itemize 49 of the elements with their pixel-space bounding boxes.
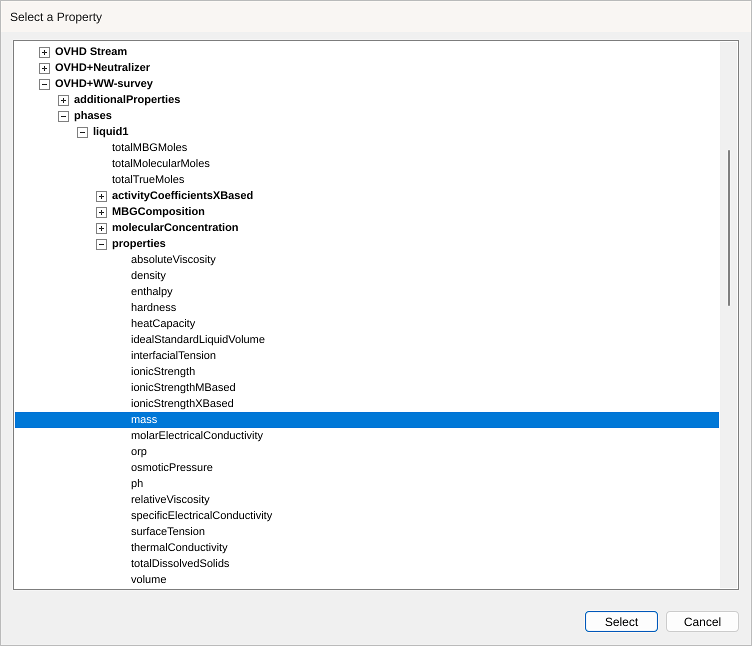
- expand-icon[interactable]: [39, 46, 50, 58]
- tree-item[interactable]: activityCoefficientsXBased: [15, 188, 719, 204]
- scrollbar-track[interactable]: [720, 42, 737, 588]
- tree-item[interactable]: ionicStrength: [15, 364, 719, 380]
- collapse-icon[interactable]: [96, 238, 107, 250]
- tree-item[interactable]: totalMolecularMoles: [15, 156, 719, 172]
- tree-item[interactable]: thermalConductivity: [15, 540, 719, 556]
- tree-item[interactable]: properties: [15, 236, 719, 252]
- select-button[interactable]: Select: [585, 611, 658, 632]
- tree-item[interactable]: molecularConcentration: [15, 220, 719, 236]
- tree-item[interactable]: totalMBGMoles: [15, 140, 719, 156]
- window-title: Select a Property: [10, 10, 102, 24]
- tree-item[interactable]: enthalpy: [15, 284, 719, 300]
- expand-icon[interactable]: [96, 222, 107, 234]
- tree-item[interactable]: density: [15, 268, 719, 284]
- tree-item[interactable]: additionalProperties: [15, 92, 719, 108]
- tree-item[interactable]: ionicStrengthXBased: [15, 396, 719, 412]
- collapse-icon[interactable]: [58, 110, 69, 122]
- tree-item[interactable]: totalTrueMoles: [15, 172, 719, 188]
- tree-item[interactable]: mass: [15, 412, 719, 428]
- tree-item[interactable]: OVHD+WW-survey: [15, 76, 719, 92]
- tree-item[interactable]: ionicStrengthMBased: [15, 380, 719, 396]
- tree-item[interactable]: totalDissolvedSolids: [15, 556, 719, 572]
- expand-icon[interactable]: [96, 206, 107, 218]
- tree-item[interactable]: orp: [15, 444, 719, 460]
- tree-item[interactable]: specificElectricalConductivity: [15, 508, 719, 524]
- tree-item[interactable]: phases: [15, 108, 719, 124]
- tree-item[interactable]: MBGComposition: [15, 204, 719, 220]
- tree-item[interactable]: liquid1: [15, 124, 719, 140]
- tree-item[interactable]: osmoticPressure: [15, 460, 719, 476]
- tree-item[interactable]: OVHD+Neutralizer: [15, 60, 719, 76]
- tree-item[interactable]: surfaceTension: [15, 524, 719, 540]
- tree-item[interactable]: absoluteViscosity: [15, 252, 719, 268]
- expand-icon[interactable]: [39, 62, 50, 74]
- expand-icon[interactable]: [96, 190, 107, 202]
- tree-item[interactable]: relativeViscosity: [15, 492, 719, 508]
- tree-item[interactable]: OVHD Stream: [15, 44, 719, 60]
- tree-item[interactable]: hardness: [15, 300, 719, 316]
- collapse-icon[interactable]: [77, 126, 88, 138]
- tree-item[interactable]: volume: [15, 572, 719, 588]
- tree-item[interactable]: ph: [15, 476, 719, 492]
- cancel-button[interactable]: Cancel: [666, 611, 739, 632]
- tree-item[interactable]: interfacialTension: [15, 348, 719, 364]
- collapse-icon[interactable]: [39, 78, 50, 90]
- scrollbar-thumb[interactable]: [728, 150, 730, 306]
- expand-icon[interactable]: [58, 94, 69, 106]
- tree-item[interactable]: heatCapacity: [15, 316, 719, 332]
- tree-item[interactable]: molarElectricalConductivity: [15, 428, 719, 444]
- tree-item[interactable]: idealStandardLiquidVolume: [15, 332, 719, 348]
